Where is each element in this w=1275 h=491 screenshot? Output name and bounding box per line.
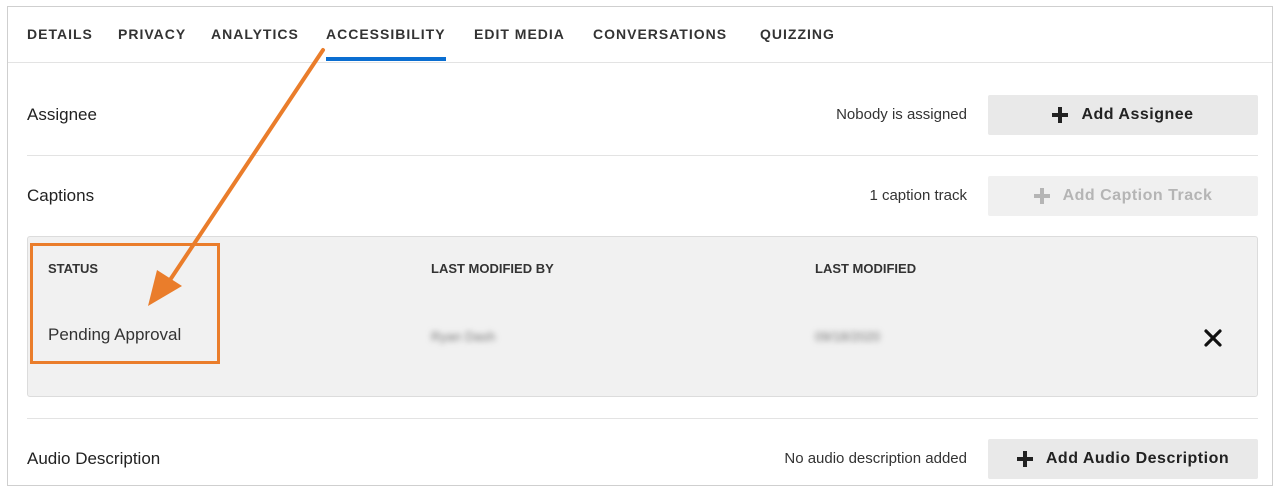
column-header-last-modified-by: LAST MODIFIED BY (431, 261, 554, 276)
tab-quizzing[interactable]: QUIZZING (760, 24, 835, 44)
add-assignee-button[interactable]: Add Assignee (988, 95, 1258, 135)
tab-privacy[interactable]: PRIVACY (118, 24, 186, 44)
caption-modified-date-value: 09/18/2020 (815, 329, 881, 344)
plus-icon (1016, 451, 1033, 467)
tab-bar: DETAILS PRIVACY ANALYTICS ACCESSIBILITY … (8, 7, 1272, 63)
audio-description-status: No audio description added (784, 450, 967, 467)
plus-icon (1033, 188, 1050, 204)
annotation-highlight-box (30, 243, 220, 364)
close-icon[interactable] (1203, 328, 1223, 348)
assignee-row: Assignee Nobody is assigned Add Assignee (27, 95, 1258, 135)
captions-row: Captions 1 caption track Add Caption Tra… (27, 176, 1258, 216)
divider (27, 418, 1258, 419)
plus-icon (1052, 107, 1069, 123)
add-caption-track-button[interactable]: Add Caption Track (988, 176, 1258, 216)
tab-details[interactable]: DETAILS (27, 24, 93, 44)
add-caption-track-label: Add Caption Track (1062, 187, 1213, 204)
assignee-label: Assignee (27, 105, 97, 124)
add-audio-description-button[interactable]: Add Audio Description (988, 439, 1258, 479)
caption-modified-by-value: Ryan Dash (431, 329, 496, 344)
add-assignee-label: Add Assignee (1081, 106, 1194, 123)
tab-edit-media[interactable]: EDIT MEDIA (474, 24, 565, 44)
tab-accessibility[interactable]: ACCESSIBILITY (326, 24, 446, 61)
tab-conversations[interactable]: CONVERSATIONS (593, 24, 727, 44)
audio-description-label: Audio Description (27, 449, 161, 468)
captions-status: 1 caption track (869, 187, 967, 204)
captions-label: Captions (27, 186, 95, 205)
divider (27, 155, 1258, 156)
tab-analytics[interactable]: ANALYTICS (211, 24, 299, 44)
audio-description-row: Audio Description No audio description a… (27, 439, 1258, 479)
assignee-status: Nobody is assigned (836, 106, 967, 123)
add-audio-description-label: Add Audio Description (1045, 450, 1230, 467)
column-header-last-modified: LAST MODIFIED (815, 261, 917, 276)
